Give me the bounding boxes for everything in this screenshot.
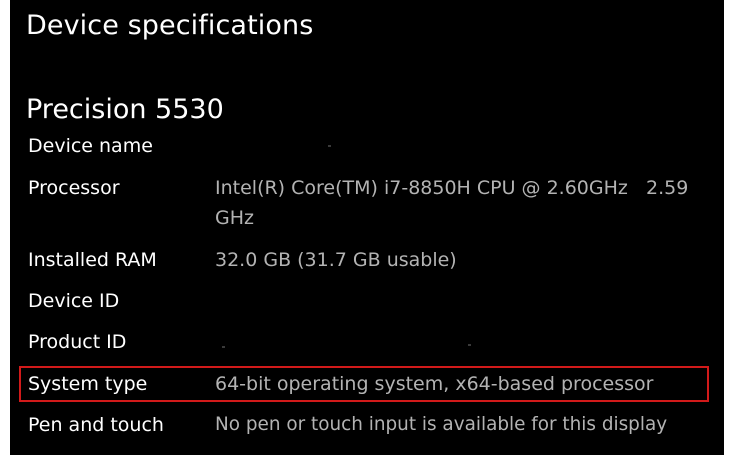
spec-label-pen-and-touch: Pen and touch — [28, 414, 164, 436]
spec-value-processor-line2: GHz — [215, 207, 254, 229]
spec-label-processor: Processor — [28, 177, 120, 199]
spec-label-device-id: Device ID — [28, 290, 120, 312]
spec-label-system-type: System type — [28, 373, 148, 395]
spec-label-installed-ram: Installed RAM — [28, 249, 157, 271]
spec-value-system-type[interactable]: 64-bit operating system, x64-based proce… — [215, 369, 720, 399]
spec-value-pen-and-touch[interactable]: No pen or touch input is available for t… — [215, 410, 720, 440]
redaction-mark — [328, 145, 331, 147]
spec-value-processor-line1: Intel(R) Core(TM) i7-8850H CPU @ 2.60GHz… — [215, 177, 689, 199]
redaction-mark — [468, 344, 471, 346]
device-model-name: Precision 5530 — [26, 94, 224, 125]
spec-value-processor[interactable]: Intel(R) Core(TM) i7-8850H CPU @ 2.60GHz… — [215, 173, 720, 233]
device-specifications-panel: Device specifications Precision 5530 Dev… — [10, 0, 724, 455]
spec-value-installed-ram[interactable]: 32.0 GB (31.7 GB usable) — [215, 245, 720, 275]
section-title: Device specifications — [26, 10, 314, 41]
redaction-mark — [222, 346, 225, 348]
spec-label-device-name: Device name — [28, 135, 153, 157]
spec-label-product-id: Product ID — [28, 331, 127, 353]
